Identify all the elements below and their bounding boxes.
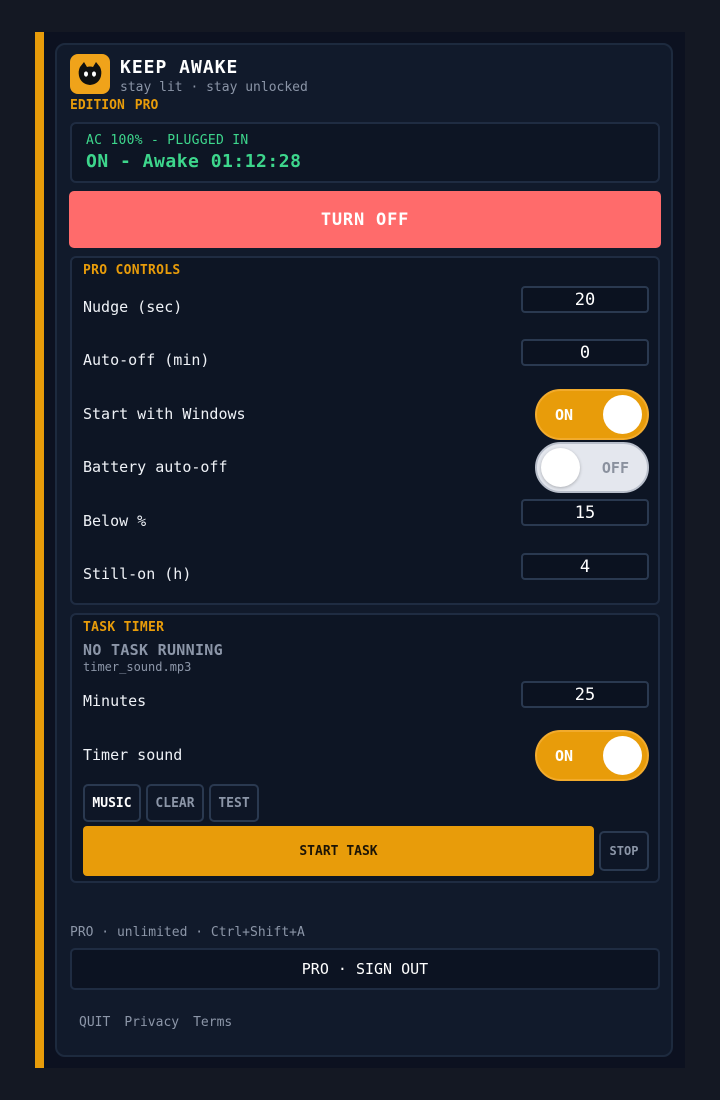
still-on-input[interactable]	[521, 553, 649, 580]
task-timer-section: TASK TIMER NO TASK RUNNING timer_sound.m…	[70, 613, 660, 883]
toggle-knob	[603, 736, 642, 775]
nudge-label: Nudge (sec)	[83, 298, 183, 316]
footer-links: QUIT Privacy Terms	[79, 1015, 232, 1030]
cat-logo-icon	[70, 54, 110, 94]
turn-off-button[interactable]: TURN OFF	[69, 191, 661, 248]
pro-controls-title: PRO CONTROLS	[83, 263, 181, 278]
app-tagline: stay lit · stay unlocked	[120, 80, 308, 95]
toggle-state-label: OFF	[601, 459, 629, 477]
toggle-knob	[541, 448, 580, 487]
license-info: PRO · unlimited · Ctrl+Shift+A	[70, 925, 305, 940]
timer-sound-label: Timer sound	[83, 746, 183, 764]
awake-status: ON - Awake 01:12:28	[86, 151, 302, 172]
start-task-button[interactable]: START TASK	[83, 826, 594, 876]
power-status: AC 100% - PLUGGED IN	[86, 133, 249, 148]
minutes-input[interactable]	[521, 681, 649, 708]
status-box: AC 100% - PLUGGED IN ON - Awake 01:12:28	[70, 122, 660, 183]
test-button[interactable]: TEST	[209, 784, 259, 822]
start-windows-label: Start with Windows	[83, 405, 246, 423]
app-frame: KEEP AWAKE stay lit · stay unlocked EDIT…	[35, 32, 685, 1068]
privacy-link[interactable]: Privacy	[124, 1015, 179, 1030]
clear-button[interactable]: CLEAR	[146, 784, 204, 822]
start-windows-toggle[interactable]: ON	[535, 389, 649, 440]
pro-controls-section: PRO CONTROLS Nudge (sec) Auto-off (min) …	[70, 256, 660, 605]
app-title: KEEP AWAKE	[120, 57, 239, 78]
music-button[interactable]: MUSIC	[83, 784, 141, 822]
toggle-knob	[603, 395, 642, 434]
task-status: NO TASK RUNNING	[83, 641, 223, 659]
sign-out-button[interactable]: PRO · SIGN OUT	[70, 948, 660, 990]
minutes-label: Minutes	[83, 692, 147, 710]
quit-link[interactable]: QUIT	[79, 1015, 110, 1030]
below-label: Below %	[83, 512, 147, 530]
below-input[interactable]	[521, 499, 649, 526]
edition-label: EDITION	[70, 98, 125, 113]
sound-file-name: timer_sound.mp3	[83, 660, 192, 674]
nudge-input[interactable]	[521, 286, 649, 313]
auto-off-label: Auto-off (min)	[83, 351, 210, 369]
auto-off-input[interactable]	[521, 339, 649, 366]
edition-info: EDITION PRO	[70, 98, 158, 113]
stop-button[interactable]: STOP	[599, 831, 649, 871]
toggle-state-label: ON	[555, 406, 574, 424]
main-panel: KEEP AWAKE stay lit · stay unlocked EDIT…	[55, 43, 673, 1057]
still-on-label: Still-on (h)	[83, 565, 192, 583]
toggle-state-label: ON	[555, 747, 574, 765]
terms-link[interactable]: Terms	[193, 1015, 232, 1030]
battery-label: Battery auto-off	[83, 458, 228, 476]
timer-sound-toggle[interactable]: ON	[535, 730, 649, 781]
task-timer-title: TASK TIMER	[83, 620, 165, 635]
edition-value: PRO	[134, 98, 159, 113]
battery-toggle[interactable]: OFF	[535, 442, 649, 493]
